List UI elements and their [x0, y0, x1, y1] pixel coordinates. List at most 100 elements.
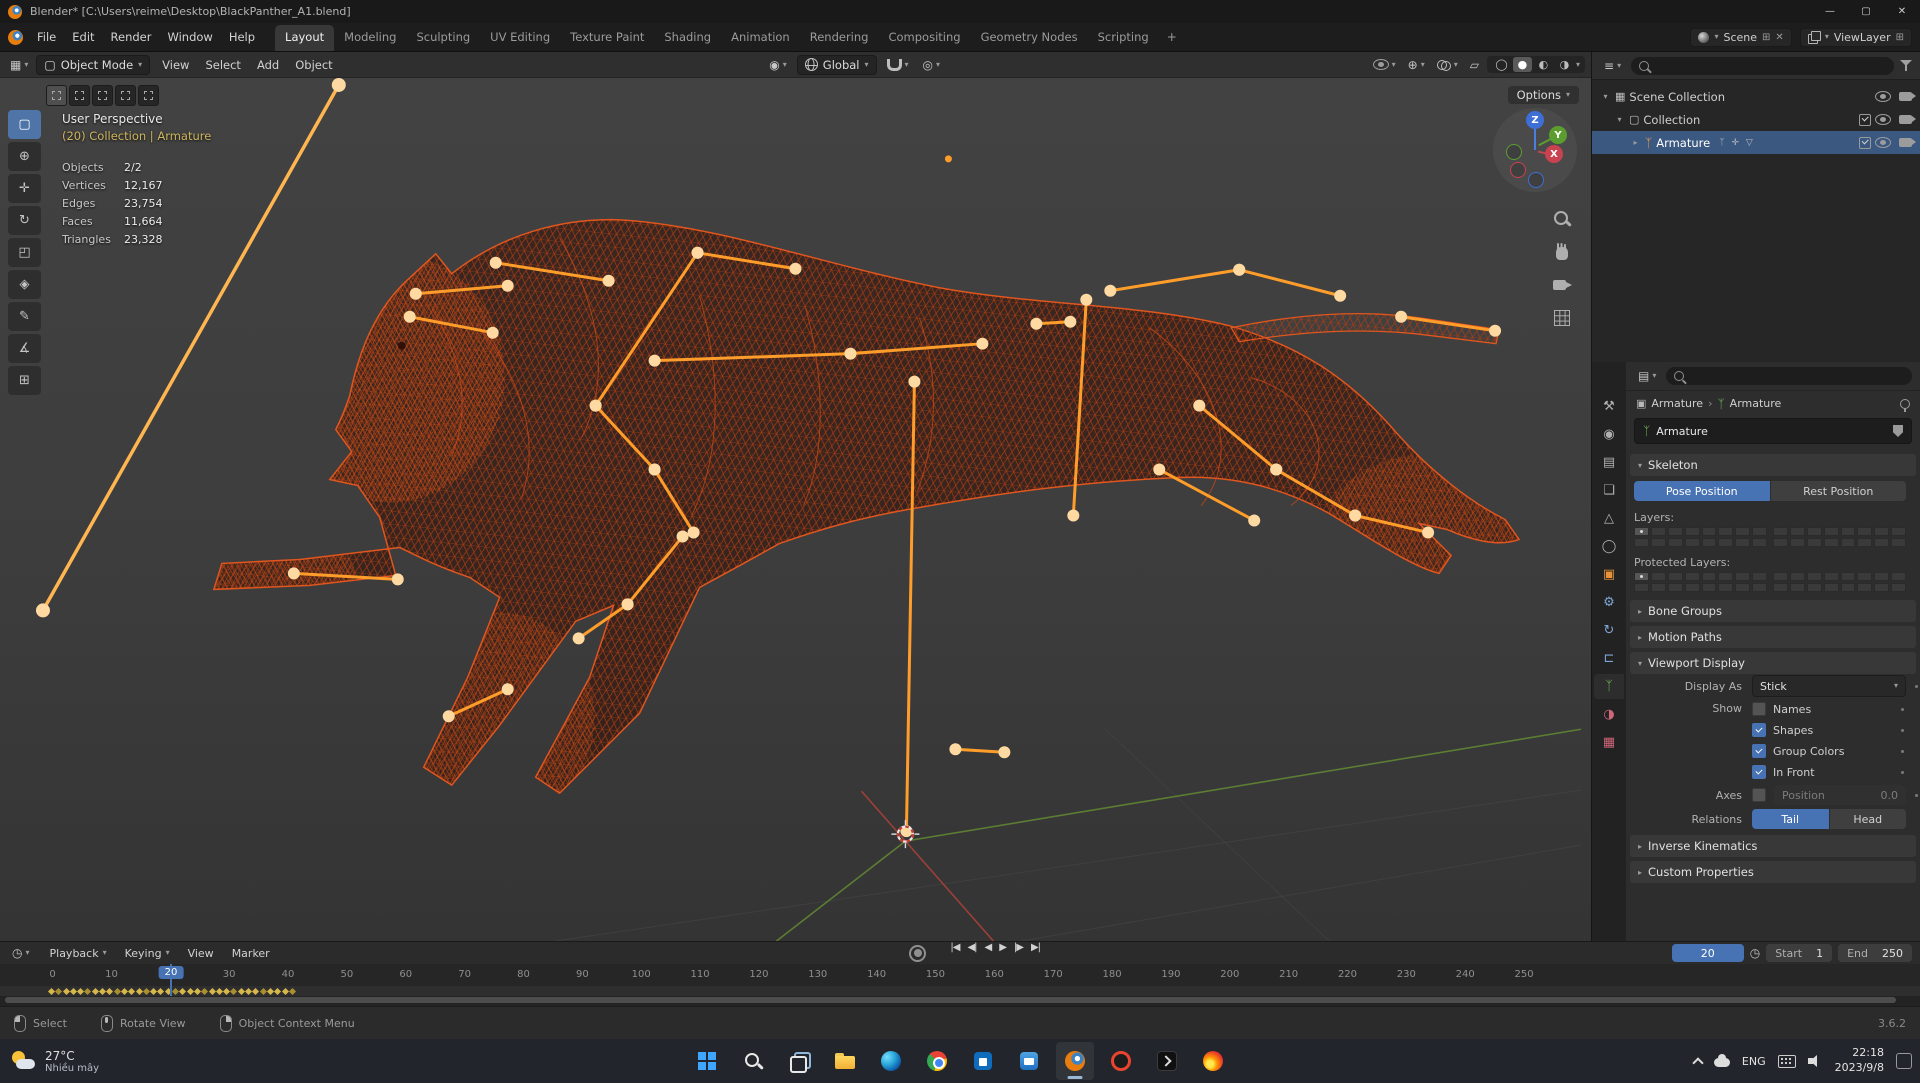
volume-icon[interactable]	[1807, 1055, 1823, 1067]
editor-type-button[interactable]: ▤ ▾	[1634, 368, 1660, 384]
cursor-tool[interactable]: ⊕	[8, 142, 41, 171]
relations-tail-button[interactable]: Tail	[1752, 809, 1829, 829]
gizmo-z-axis[interactable]: Z	[1526, 111, 1544, 129]
animate-dot-icon[interactable]	[1901, 707, 1904, 711]
animate-dot-icon[interactable]	[1901, 770, 1904, 774]
add-cube-tool[interactable]: ⊞	[8, 366, 41, 395]
gizmo-neg-x-axis[interactable]	[1510, 162, 1526, 178]
next-keyframe-button[interactable]: |▶	[1014, 942, 1024, 953]
collapsed-section-header[interactable]: ▸ Inverse Kinematics	[1630, 835, 1916, 857]
jump-end-button[interactable]: ▶|	[1031, 942, 1041, 953]
workspace-tab[interactable]: Shading	[654, 25, 721, 51]
scale-tool[interactable]: ◰	[8, 238, 41, 267]
transform-orientation-dropdown[interactable]: Global ▾	[796, 54, 877, 75]
outliner-search-input[interactable]	[1631, 56, 1894, 75]
workspace-tab[interactable]: Compositing	[878, 25, 970, 51]
workspace-tab[interactable]: Rendering	[800, 25, 879, 51]
firefox-icon[interactable]	[1194, 1042, 1232, 1080]
tab-material[interactable]: ◑	[1594, 702, 1624, 727]
auto-keying-button[interactable]	[909, 944, 927, 962]
close-button[interactable]: ✕	[1884, 0, 1920, 23]
toggle-perspective-grid-icon[interactable]	[1551, 307, 1573, 329]
rest-position-button[interactable]: Rest Position	[1770, 481, 1906, 501]
timeline-scrollbar[interactable]	[0, 996, 1920, 1006]
blender-logo-icon[interactable]	[8, 4, 22, 19]
tab-scene[interactable]: △	[1594, 506, 1624, 531]
workspace-tab[interactable]: UV Editing	[480, 25, 560, 51]
end-frame-field[interactable]: End 250	[1838, 944, 1912, 962]
filter-icon[interactable]	[1900, 60, 1912, 71]
shading-wireframe-button[interactable]: ◯	[1492, 57, 1511, 72]
gizmo-neg-z-axis[interactable]	[1528, 172, 1544, 188]
fake-user-shield-icon[interactable]	[1893, 425, 1903, 437]
transform-tool[interactable]: ◈	[8, 270, 41, 299]
red-ring-app-icon[interactable]	[1102, 1042, 1140, 1080]
data-name-field[interactable]: Armature	[1656, 425, 1887, 438]
unlink-scene-icon[interactable]: ✕	[1775, 32, 1783, 43]
viewport-menu-item[interactable]: View	[154, 55, 197, 75]
workspace-tab[interactable]: Layout	[275, 25, 335, 51]
store-icon[interactable]	[964, 1042, 1002, 1080]
hidden-icons-chevron-icon[interactable]	[1692, 1056, 1702, 1066]
expand-arrow-icon[interactable]: ▾	[1614, 115, 1625, 124]
tab-physics[interactable]: ↻	[1594, 618, 1624, 643]
snap-magnet-button[interactable]: ▾	[883, 57, 913, 73]
proportional-editing-button[interactable]: ◎ ▾	[919, 57, 945, 73]
outliner-row-collection[interactable]: ▾ ▢ Collection	[1592, 108, 1920, 131]
stopwatch-icon[interactable]: ◷	[1750, 946, 1760, 960]
tab-object[interactable]: ▣	[1594, 562, 1624, 587]
gizmo-y-axis[interactable]: Y	[1549, 126, 1567, 144]
menu-item[interactable]: Window	[159, 27, 220, 47]
breadcrumb-object[interactable]: Armature	[1651, 397, 1703, 410]
animate-dot-icon[interactable]	[1901, 749, 1904, 753]
outliner-row-scene-collection[interactable]: ▾ ▦ Scene Collection	[1592, 85, 1920, 108]
edge-icon[interactable]	[872, 1042, 910, 1080]
workspace-tab[interactable]: Scripting	[1088, 25, 1159, 51]
properties-search-input[interactable]	[1666, 367, 1912, 385]
tab-data[interactable]: ᛉ	[1594, 674, 1624, 699]
file-explorer-icon[interactable]	[826, 1042, 864, 1080]
tab-world[interactable]: ◯	[1594, 534, 1624, 559]
clock-widget[interactable]: 22:18 2023/9/8	[1835, 1046, 1884, 1076]
select-mode-intersect-button[interactable]	[138, 85, 159, 106]
protected-layers-grid[interactable]	[1626, 572, 1920, 596]
hide-in-viewport-eye-icon[interactable]	[1875, 137, 1891, 148]
select-mode-extend-button[interactable]	[69, 85, 90, 106]
editor-type-button[interactable]: ≡ ▾	[1600, 58, 1625, 74]
disable-in-renders-camera-icon[interactable]	[1899, 115, 1916, 124]
keyframe-row[interactable]	[47, 986, 296, 996]
gizmo-x-axis[interactable]: X	[1545, 145, 1563, 163]
chrome-icon[interactable]	[918, 1042, 956, 1080]
display-toggle[interactable]: Shapes	[1752, 720, 1906, 740]
animate-dot-icon[interactable]	[1901, 728, 1904, 732]
cloud-icon[interactable]	[1713, 1054, 1730, 1067]
shading-material-button[interactable]: ◐	[1534, 57, 1553, 72]
timeline-menu-item[interactable]: Keying ▾	[117, 944, 178, 963]
shading-solid-button[interactable]: ●	[1512, 57, 1532, 72]
transform-pivot-button[interactable]: ◉ ▾	[765, 57, 791, 73]
task-view-button[interactable]	[780, 1042, 818, 1080]
collapsed-section-header[interactable]: ▸ Motion Paths	[1630, 626, 1916, 648]
shading-rendered-button[interactable]: ◑	[1555, 57, 1574, 72]
select-box-tool[interactable]: ▢	[8, 110, 41, 139]
menu-item[interactable]: Render	[103, 27, 160, 47]
panther-wireframe-mesh[interactable]	[175, 218, 1554, 822]
toggle-xray-button[interactable]: ▱	[1466, 57, 1483, 73]
camera-view-icon[interactable]	[1551, 274, 1573, 296]
playhead[interactable]: 20	[158, 964, 184, 996]
new-scene-icon[interactable]: ⊞	[1762, 32, 1770, 43]
blender-menu-icon[interactable]	[8, 29, 23, 45]
pan-hand-icon[interactable]	[1551, 241, 1573, 263]
keyboard-icon[interactable]	[1777, 1054, 1796, 1068]
object-type-visibility-button[interactable]: ▾	[1369, 57, 1400, 72]
timeline-menu-item[interactable]: View ▾	[180, 944, 222, 963]
editor-type-button[interactable]: ◷ ▾	[8, 945, 34, 961]
select-mode-new-button[interactable]	[46, 85, 67, 106]
animate-dot-icon[interactable]	[1915, 793, 1918, 797]
show-gizmo-button[interactable]: ⊕ ▾	[1404, 57, 1429, 73]
viewport-menu-item[interactable]: Object	[287, 55, 340, 75]
workspace-tab[interactable]: Animation	[721, 25, 800, 51]
pose-position-button[interactable]: Pose Position	[1634, 481, 1770, 501]
viewport-menu-item[interactable]: Add	[249, 55, 287, 75]
viewport-canvas[interactable]	[0, 78, 1591, 941]
